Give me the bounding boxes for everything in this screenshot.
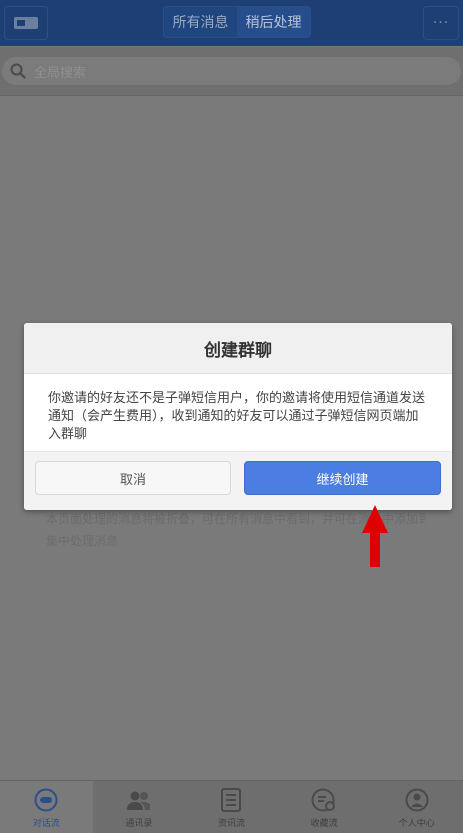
tab-contacts[interactable]: 通讯录 [93, 781, 186, 833]
tab-label: 资讯流 [217, 819, 245, 829]
search-icon [10, 63, 26, 79]
menu-button[interactable] [4, 6, 48, 40]
news-icon [221, 788, 242, 812]
tab-news[interactable]: 资讯流 [185, 781, 278, 833]
search-input[interactable]: 全局搜索 [2, 57, 461, 85]
tab-conversation[interactable]: 对话流 [0, 781, 93, 833]
top-navigation-bar: 所有消息 稍后处理 ··· [0, 0, 463, 46]
chat-bubble-icon [34, 788, 58, 812]
message-filter-tabs: 所有消息 稍后处理 [163, 6, 311, 38]
tab-label: 个人中心 [398, 819, 435, 829]
cancel-button[interactable]: 取消 [35, 461, 231, 495]
tab-profile[interactable]: 个人中心 [370, 781, 463, 833]
tab-all-messages[interactable]: 所有消息 [164, 7, 237, 37]
continue-create-button[interactable]: 继续创建 [244, 461, 441, 495]
dialog-message: 你邀请的好友还不是子弹短信用户，你的邀请将使用短信通道发送通知（会产生费用），收… [48, 391, 426, 442]
dialog-actions: 取消 继续创建 [24, 451, 452, 510]
dialog-title: 创建群聊 [24, 323, 452, 374]
red-arrow-annotation [362, 505, 388, 567]
tab-label: 对话流 [32, 819, 60, 829]
contacts-icon [126, 791, 150, 810]
tab-label: 通讯录 [125, 819, 153, 829]
create-group-dialog: 创建群聊 你邀请的好友还不是子弹短信用户，你的邀请将使用短信通道发送通知（会产生… [24, 323, 452, 510]
more-options-button[interactable]: ··· [423, 6, 459, 40]
favorites-icon [311, 788, 336, 812]
search-placeholder: 全局搜索 [34, 65, 87, 81]
tab-handle-later[interactable]: 稍后处理 [237, 7, 310, 37]
search-bar: 全局搜索 [0, 47, 463, 96]
tab-favorites[interactable]: 收藏流 [278, 781, 371, 833]
tab-label: 收藏流 [310, 819, 338, 829]
menu-icon [14, 17, 38, 29]
bottom-tab-bar: 对话流 通讯录 资讯流 收藏流 个人中心 [0, 780, 463, 833]
profile-icon [405, 788, 429, 812]
